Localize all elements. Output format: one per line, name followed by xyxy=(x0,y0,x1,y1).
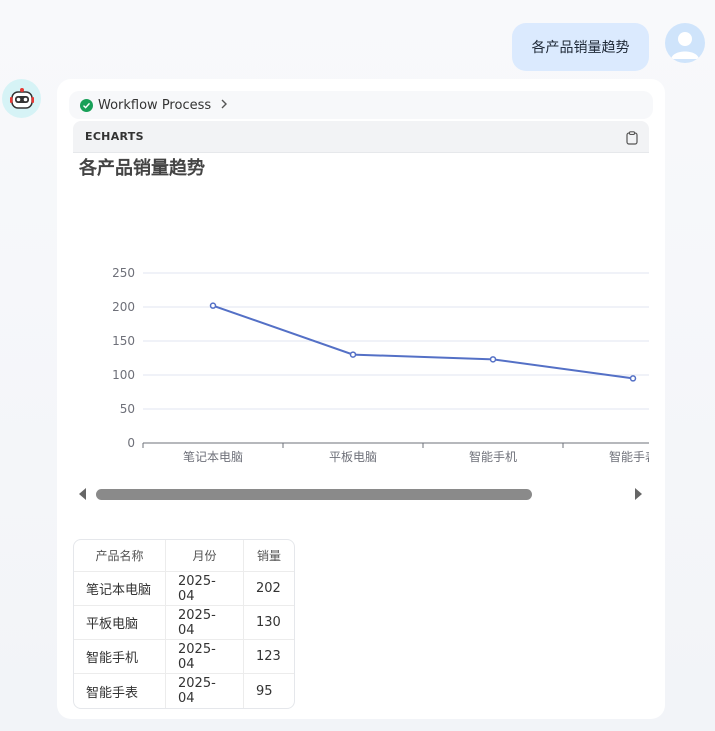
chart-title: 各产品销量趋势 xyxy=(79,158,205,179)
user-message-bubble: 各产品销量趋势 xyxy=(512,23,649,71)
column-header: 销量 xyxy=(244,540,294,572)
table-cell: 平板电脑 xyxy=(74,606,166,640)
table-cell: 202 xyxy=(244,572,294,606)
table-row: 平板电脑 2025-04 130 xyxy=(74,606,294,640)
user-avatar xyxy=(665,23,705,63)
y-tick-label: 150 xyxy=(112,334,135,348)
column-header: 月份 xyxy=(166,540,244,572)
data-point xyxy=(349,351,357,358)
check-circle-icon xyxy=(80,98,93,112)
workflow-process-toggle[interactable]: Workflow Process xyxy=(69,91,653,119)
y-tick-label: 100 xyxy=(112,368,135,382)
robot-icon xyxy=(9,87,34,109)
chevron-right-icon xyxy=(220,98,228,113)
user-message-text: 各产品销量趋势 xyxy=(531,40,630,56)
chart-horizontal-scrollbar[interactable] xyxy=(73,480,649,510)
table-cell: 2025-04 xyxy=(166,606,244,640)
data-point xyxy=(489,356,497,363)
table-row: 智能手表 2025-04 95 xyxy=(74,674,294,708)
table-cell: 2025-04 xyxy=(166,674,244,708)
y-tick-label: 250 xyxy=(112,266,135,280)
assistant-message-card: Workflow Process ECHARTS 各产品销量趋势 0 50 100 1… xyxy=(57,79,665,719)
table-cell: 130 xyxy=(244,606,294,640)
y-tick-label: 200 xyxy=(112,300,135,314)
clipboard-icon[interactable] xyxy=(626,130,638,145)
table-cell: 123 xyxy=(244,640,294,674)
scroll-right-arrow-icon[interactable] xyxy=(635,488,642,500)
table-cell: 笔记本电脑 xyxy=(74,572,166,606)
table-cell: 智能手表 xyxy=(74,674,166,708)
x-tick-label: 智能手机 xyxy=(469,449,517,464)
echarts-block: ECHARTS 各产品销量趋势 0 50 100 150 200 250 笔记本电脑 平板电脑… xyxy=(73,121,649,523)
workflow-label: Workflow Process xyxy=(98,97,212,113)
x-tick-label: 笔记本电脑 xyxy=(183,449,243,464)
table-cell: 95 xyxy=(256,683,273,699)
table-cell: 智能手机 xyxy=(74,640,166,674)
y-tick-label: 50 xyxy=(120,402,135,416)
echarts-header: ECHARTS xyxy=(73,121,649,153)
table-row: 笔记本电脑 2025-04 202 xyxy=(74,572,294,606)
data-table: 产品名称 月份 销量 笔记本电脑 2025-04 202 平板电脑 2025-0… xyxy=(73,539,295,709)
y-tick-label: 0 xyxy=(127,436,135,450)
table-cell: 2025-04 xyxy=(166,640,244,674)
scrollbar-thumb[interactable] xyxy=(96,489,532,500)
user-avatar-icon xyxy=(671,32,699,59)
table-cell: 2025-04 xyxy=(166,572,244,606)
data-point xyxy=(209,302,217,309)
table-row: 智能手机 2025-04 123 xyxy=(74,640,294,674)
data-point xyxy=(629,375,637,382)
scroll-left-arrow-icon[interactable] xyxy=(79,488,86,500)
x-tick-label: 平板电脑 xyxy=(329,450,377,464)
bot-avatar xyxy=(2,79,41,118)
series-line xyxy=(212,304,634,380)
echarts-label: ECHARTS xyxy=(85,130,144,143)
line-chart: 0 50 100 150 200 250 笔记本电脑 平板电脑 智能手机 智能手表 xyxy=(112,266,649,464)
table-header-row: 产品名称 月份 销量 xyxy=(74,540,294,572)
column-header: 产品名称 xyxy=(74,540,166,572)
x-tick-label: 智能手表 xyxy=(609,449,649,464)
chart-area: 0 50 100 150 200 250 笔记本电脑 平板电脑 智能手机 智能手表 xyxy=(73,181,649,481)
